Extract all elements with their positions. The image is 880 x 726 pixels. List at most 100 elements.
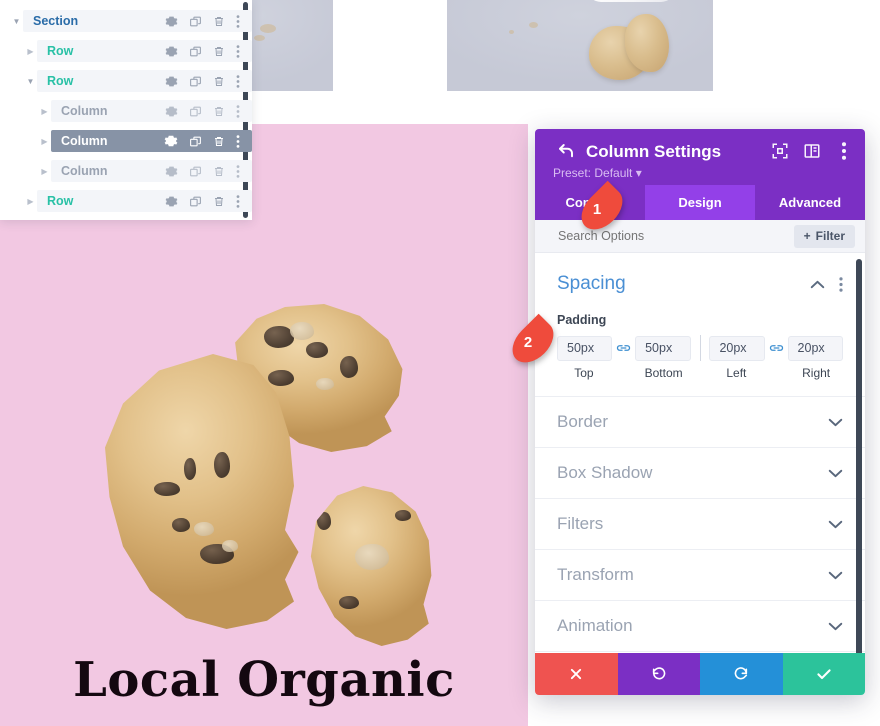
section-label: Border <box>557 412 609 431</box>
gear-icon[interactable] <box>165 105 178 118</box>
more-vertical-icon[interactable] <box>236 74 240 88</box>
more-vertical-icon[interactable] <box>835 142 853 160</box>
modal-footer <box>535 653 865 695</box>
cancel-button[interactable] <box>535 653 618 695</box>
caption-right: Right <box>802 366 831 380</box>
photo-background <box>447 0 713 91</box>
duplicate-icon[interactable] <box>189 45 202 58</box>
chevron-right-icon[interactable]: ▶ <box>38 137 51 146</box>
layer-row-row-2[interactable]: ▼ Row <box>0 70 252 92</box>
link-icon-horizontal[interactable] <box>765 342 788 354</box>
layer-row-column-2-selected[interactable]: ▶ Column <box>0 130 252 152</box>
duplicate-icon[interactable] <box>189 195 202 208</box>
layer-label: Section <box>33 14 79 28</box>
layout-split-icon[interactable] <box>803 142 821 160</box>
more-vertical-icon[interactable] <box>236 194 240 208</box>
section-border[interactable]: Border <box>535 396 865 447</box>
duplicate-icon[interactable] <box>189 135 202 148</box>
trash-icon[interactable] <box>213 165 225 178</box>
plus-icon: + <box>803 229 811 243</box>
layer-row-section[interactable]: ▼ Section <box>0 10 252 32</box>
trash-icon[interactable] <box>213 75 225 88</box>
chevron-down-icon[interactable] <box>828 418 843 427</box>
caption-bottom: Bottom <box>644 366 683 380</box>
gear-icon[interactable] <box>164 134 178 148</box>
back-arrow-icon[interactable] <box>557 142 575 160</box>
layer-label: Column <box>61 104 108 118</box>
section-label: Box Shadow <box>557 463 653 482</box>
chevron-down-icon[interactable] <box>828 622 843 631</box>
padding-right-input[interactable]: 20px <box>787 335 843 361</box>
more-vertical-icon[interactable] <box>236 44 240 58</box>
field-divider <box>699 335 701 361</box>
save-button[interactable] <box>782 653 865 695</box>
padding-left-input[interactable]: 20px <box>709 335 765 361</box>
duplicate-icon[interactable] <box>189 75 202 88</box>
expand-icon[interactable] <box>771 142 789 160</box>
more-vertical-icon[interactable] <box>236 134 240 148</box>
caption-left: Left <box>726 366 747 380</box>
section-transform[interactable]: Transform <box>535 549 865 600</box>
chevron-down-icon[interactable]: ▼ <box>24 77 37 86</box>
layer-label: Row <box>47 44 74 58</box>
cookie-photo-right[interactable] <box>447 0 713 91</box>
section-box-shadow[interactable]: Box Shadow <box>535 447 865 498</box>
trash-icon[interactable] <box>213 45 225 58</box>
chevron-right-icon[interactable]: ▶ <box>24 47 37 56</box>
chevron-right-icon[interactable]: ▶ <box>24 197 37 206</box>
section-label: Filters <box>557 514 604 533</box>
tab-design[interactable]: Design <box>645 185 755 220</box>
layer-row-column-3[interactable]: ▶ Column <box>0 160 252 182</box>
duplicate-icon[interactable] <box>189 165 202 178</box>
spacing-header[interactable]: Spacing <box>557 273 843 295</box>
section-label: Animation <box>557 616 633 635</box>
link-icon-vertical[interactable] <box>612 342 635 354</box>
padding-bottom-input[interactable]: 50px <box>635 335 691 361</box>
layer-row-column-1[interactable]: ▶ Column <box>0 100 252 122</box>
chevron-down-icon[interactable]: ▼ <box>10 17 23 26</box>
preset-label: Preset: Default <box>553 166 633 180</box>
redo-icon <box>734 667 748 680</box>
callout-badge-2: 2 <box>504 313 562 371</box>
gear-icon[interactable] <box>165 75 178 88</box>
padding-top-input[interactable]: 50px <box>557 335 613 361</box>
filter-button[interactable]: + Filter <box>793 224 855 248</box>
redo-button[interactable] <box>700 653 783 695</box>
caption-top: Top <box>574 366 594 380</box>
layers-panel[interactable]: ▼ Section ▶ Row ▼ Row ▶ Column ▶ Column … <box>0 0 252 220</box>
trash-icon[interactable] <box>213 195 225 208</box>
tab-advanced[interactable]: Advanced <box>755 185 865 220</box>
gear-icon[interactable] <box>165 195 178 208</box>
more-vertical-icon[interactable] <box>236 104 240 118</box>
check-icon <box>817 669 831 680</box>
section-animation[interactable]: Animation <box>535 600 865 651</box>
badge-number: 2 <box>523 333 533 351</box>
preset-selector[interactable]: Preset: Default ▾ <box>553 166 642 180</box>
layer-row-row-3[interactable]: ▶ Row <box>0 190 252 212</box>
chevron-up-icon[interactable] <box>810 280 825 289</box>
trash-icon[interactable] <box>213 135 225 148</box>
undo-button[interactable] <box>617 653 700 695</box>
layer-label: Column <box>61 164 108 178</box>
more-vertical-icon[interactable] <box>236 164 240 178</box>
duplicate-icon[interactable] <box>189 15 202 28</box>
chevron-down-icon[interactable] <box>828 571 843 580</box>
chevron-down-icon[interactable] <box>828 469 843 478</box>
chevron-right-icon[interactable]: ▶ <box>38 107 51 116</box>
trash-icon[interactable] <box>213 105 225 118</box>
spacing-title: Spacing <box>557 273 626 294</box>
more-vertical-icon[interactable] <box>236 14 240 28</box>
duplicate-icon[interactable] <box>189 105 202 118</box>
chevron-right-icon[interactable]: ▶ <box>38 167 51 176</box>
gear-icon[interactable] <box>165 15 178 28</box>
filter-label: Filter <box>815 229 845 243</box>
search-input[interactable] <box>535 229 794 243</box>
layer-row-row-1[interactable]: ▶ Row <box>0 40 252 62</box>
chevron-down-icon[interactable] <box>828 520 843 529</box>
modal-scrollbar[interactable] <box>856 259 862 653</box>
more-vertical-icon[interactable] <box>839 276 843 292</box>
gear-icon[interactable] <box>165 165 178 178</box>
trash-icon[interactable] <box>213 15 225 28</box>
gear-icon[interactable] <box>165 45 178 58</box>
section-filters[interactable]: Filters <box>535 498 865 549</box>
